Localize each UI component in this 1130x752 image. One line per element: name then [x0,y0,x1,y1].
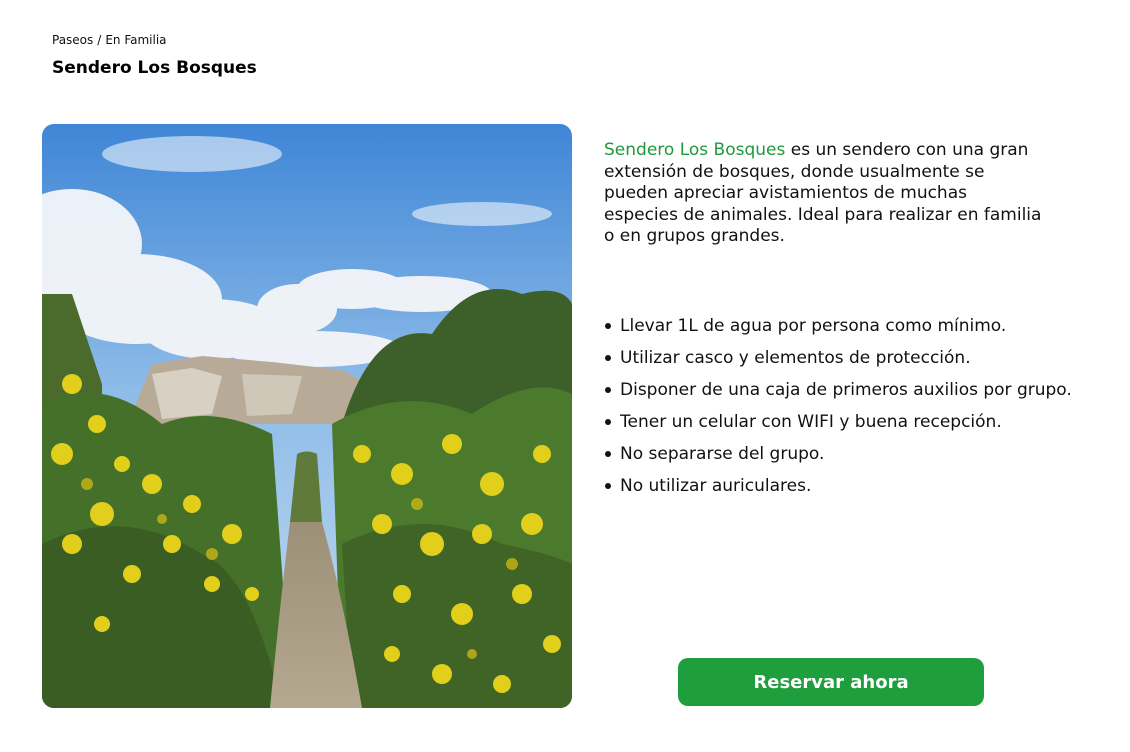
rules-list: Llevar 1L de agua por persona como mínim… [604,310,1114,502]
breadcrumb-item-en-familia[interactable]: En Familia [105,33,166,47]
list-item: Tener un celular con WIFI y buena recepc… [604,406,1114,438]
breadcrumb-item-paseos[interactable]: Paseos [52,33,93,47]
page: Paseos / En Familia Sendero Los Bosques [0,0,1130,752]
list-item: No separarse del grupo. [604,438,1114,470]
trail-photo-illustration [42,124,572,708]
page-title: Sendero Los Bosques [52,58,257,78]
list-item: No utilizar auriculares. [604,470,1114,502]
list-item: Utilizar casco y elementos de protección… [604,342,1114,374]
trail-description: Sendero Los Bosques es un sendero con un… [604,140,1044,248]
trail-photo [42,124,572,708]
reserve-button[interactable]: Reservar ahora [678,658,984,706]
breadcrumb: Paseos / En Familia [52,33,167,47]
breadcrumb-separator: / [97,33,102,47]
description-highlight: Sendero Los Bosques [604,140,786,160]
list-item: Disponer de una caja de primeros auxilio… [604,374,1114,406]
list-item: Llevar 1L de agua por persona como mínim… [604,310,1114,342]
